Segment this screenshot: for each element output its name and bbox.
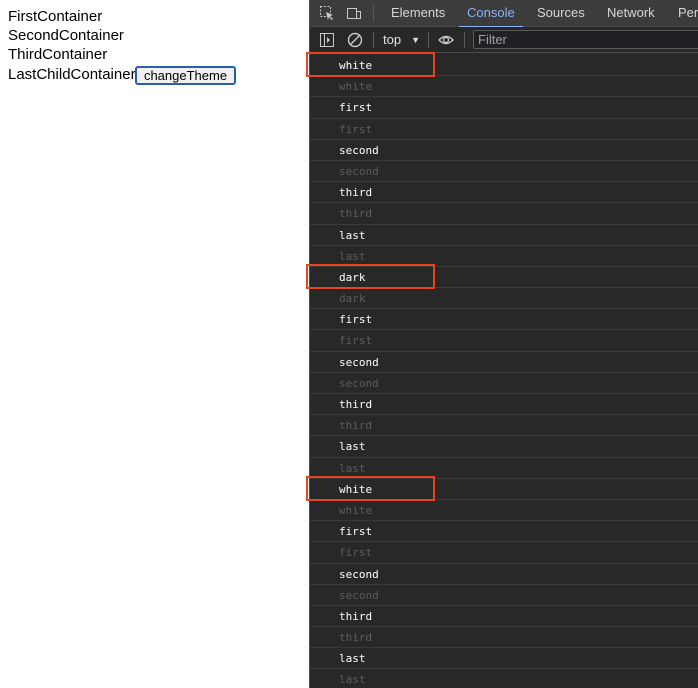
console-message: second: [310, 352, 698, 373]
first-container: FirstContainer: [8, 8, 103, 25]
console-message: last: [310, 648, 698, 670]
clear-console-icon[interactable]: [347, 32, 363, 48]
console-message: last: [310, 458, 698, 479]
console-message: second: [310, 564, 698, 585]
tab-network[interactable]: Network: [607, 0, 655, 27]
console-message: third: [310, 203, 698, 225]
console-message: white: [310, 76, 698, 98]
third-container: ThirdContainer: [8, 46, 108, 63]
device-toolbar-icon[interactable]: [346, 5, 362, 21]
context-selector[interactable]: top ▼: [383, 27, 420, 53]
console-message: first: [310, 330, 698, 352]
sidebar-toggle-icon[interactable]: [319, 32, 335, 48]
tabbar-divider: [373, 5, 374, 22]
tab-sources[interactable]: Sources: [537, 0, 585, 27]
console-message: first: [310, 119, 698, 140]
toolbar-divider: [373, 32, 374, 48]
console-message: dark: [310, 288, 698, 310]
last-child-container: LastChildContainer: [8, 66, 136, 83]
console-message: first: [310, 521, 698, 543]
console-message: third: [310, 394, 698, 416]
console-message: third: [310, 606, 698, 628]
console-message: first: [310, 309, 698, 331]
console-message: second: [310, 140, 698, 161]
second-container: SecondContainer: [8, 27, 124, 44]
console-message: third: [310, 415, 698, 437]
toolbar-divider-3: [464, 32, 465, 48]
toolbar-divider-2: [428, 32, 429, 48]
console-message: second: [310, 585, 698, 606]
console-toolbar: top ▼ Filter: [310, 27, 698, 53]
console-message: second: [310, 161, 698, 183]
change-theme-button[interactable]: changeTheme: [135, 66, 236, 85]
devtools-panel: Elements Console Sources Network Per top…: [309, 0, 698, 688]
devtools-tabbar: Elements Console Sources Network Per: [310, 0, 698, 28]
tab-elements[interactable]: Elements: [391, 0, 445, 27]
console-message: first: [310, 97, 698, 119]
context-label: top: [383, 32, 402, 47]
console-message: first: [310, 542, 698, 564]
console-message: last: [310, 436, 698, 458]
console-message: second: [310, 373, 698, 394]
console-message: dark: [310, 267, 698, 289]
page-viewport: FirstContainer SecondContainer ThirdCont…: [0, 0, 309, 688]
dropdown-arrow-icon: ▼: [411, 35, 420, 45]
console-message: last: [310, 225, 698, 246]
inspect-icon[interactable]: [319, 5, 335, 21]
console-message: third: [310, 182, 698, 204]
tab-performance[interactable]: Per: [678, 0, 698, 27]
eye-icon[interactable]: [438, 32, 454, 48]
console-message: third: [310, 627, 698, 649]
console-message: white: [310, 55, 698, 77]
console-message: white: [310, 500, 698, 522]
console-message: last: [310, 669, 698, 688]
tab-console[interactable]: Console: [459, 0, 523, 28]
console-output: white white first first second second third thi…: [310, 55, 698, 688]
console-message: last: [310, 246, 698, 267]
filter-input[interactable]: Filter: [473, 30, 698, 49]
console-message: white: [310, 479, 698, 500]
